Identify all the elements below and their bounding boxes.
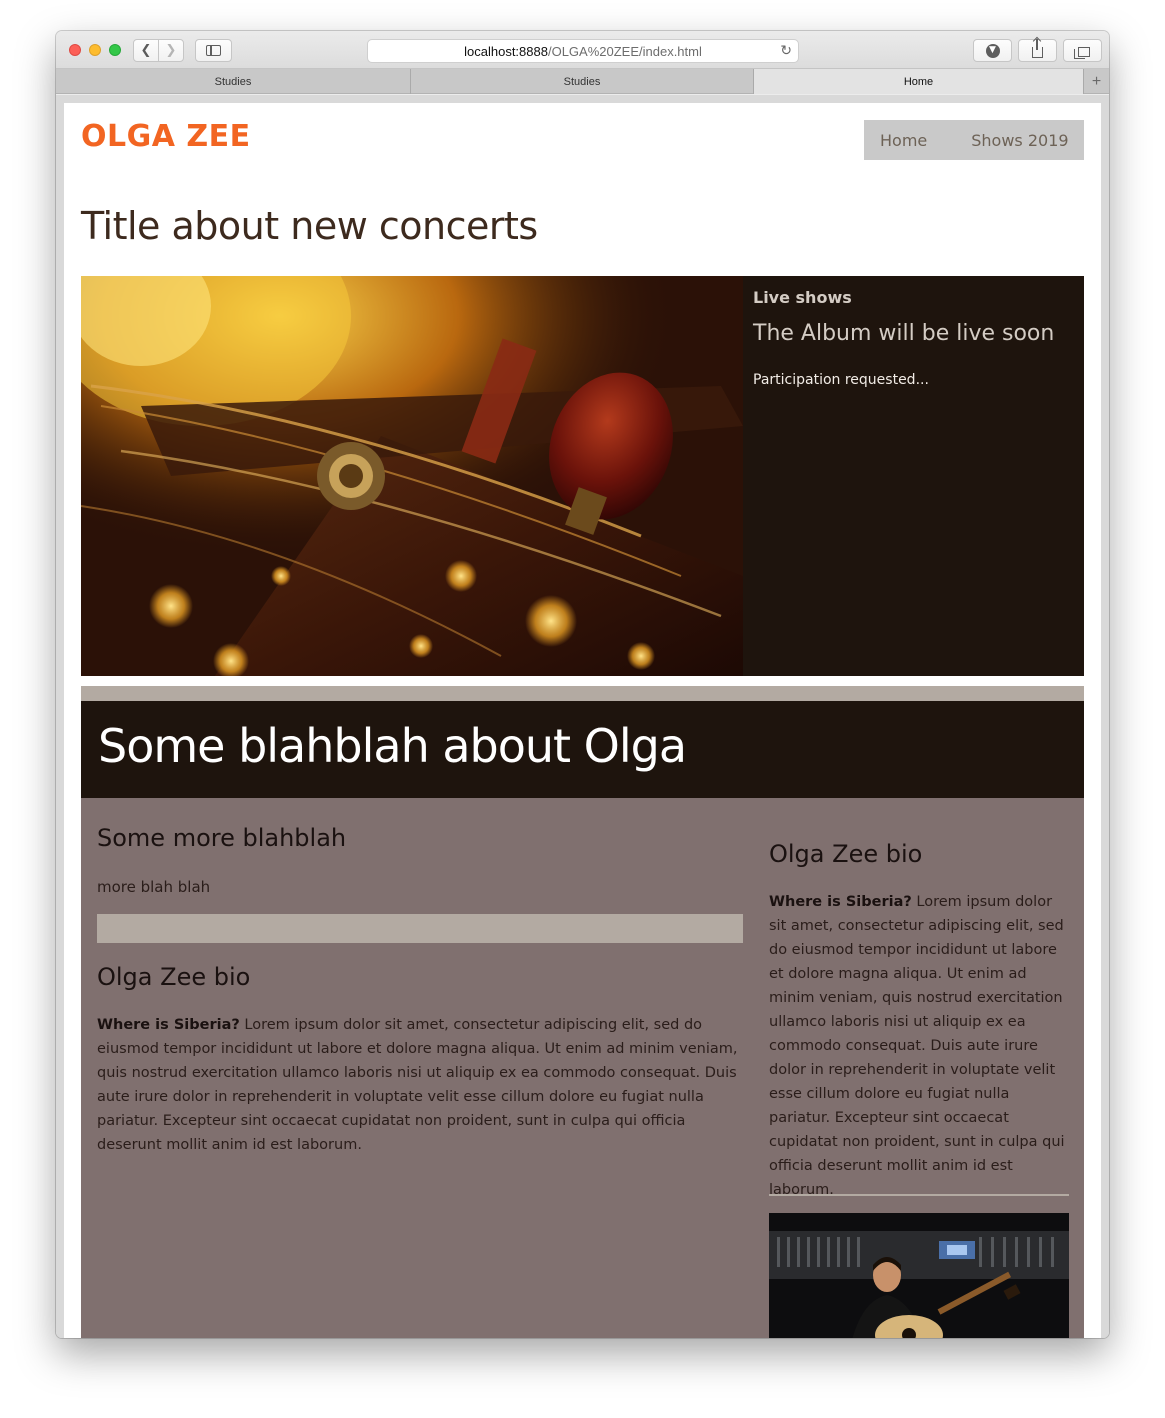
chevron-left-icon: ❮ xyxy=(140,43,152,58)
tab-label: Studies xyxy=(563,75,601,88)
bio-paragraph: Where is Siberia? Lorem ipsum dolor sit … xyxy=(97,1013,743,1157)
main-nav: Home Shows 2019 xyxy=(864,120,1084,160)
minimize-window-button[interactable] xyxy=(89,44,101,56)
bio-lead: Where is Siberia? xyxy=(97,1017,240,1033)
about-title: Some blahblah about Olga xyxy=(98,719,687,773)
show-tabs-button[interactable] xyxy=(1063,39,1102,62)
about-banner: Some blahblah about Olga xyxy=(81,701,1084,798)
tab-studies-1[interactable]: Studies xyxy=(56,69,411,94)
share-icon xyxy=(1032,39,1043,58)
sub-text: more blah blah xyxy=(97,878,211,896)
sidebar-icon xyxy=(206,45,221,56)
guitar-headstock-photo xyxy=(81,276,743,676)
sub-heading: Some more blahblah xyxy=(97,824,347,852)
nav-shows-2019[interactable]: Shows 2019 xyxy=(971,131,1068,150)
new-tab-button[interactable]: + xyxy=(1084,69,1109,94)
studio-guitarist-photo xyxy=(769,1213,1069,1338)
url-path: /OLGA%20ZEE/index.html xyxy=(547,43,702,59)
hero-guitar-image xyxy=(81,276,743,676)
web-page: OLGA ZEE Home Shows 2019 Title about new… xyxy=(64,103,1101,1338)
tabs-icon xyxy=(1074,47,1090,59)
bio-heading: Olga Zee bio xyxy=(97,963,251,991)
content-rule xyxy=(97,914,743,943)
sidebar-toggle-button[interactable] xyxy=(195,39,232,62)
page-title: Title about new concerts xyxy=(81,204,538,248)
plus-icon: + xyxy=(1091,72,1102,90)
close-window-button[interactable] xyxy=(69,44,81,56)
forward-button[interactable]: ❯ xyxy=(158,39,184,62)
side-bio-heading: Olga Zee bio xyxy=(769,840,923,868)
url-host: localhost:8888 xyxy=(464,43,548,59)
tab-bar: Studies Studies Home + xyxy=(56,69,1109,94)
side-bio-lead: Where is Siberia? xyxy=(769,894,912,910)
reload-icon[interactable]: ↻ xyxy=(780,42,792,59)
tab-label: Studies xyxy=(214,75,252,88)
web-viewport: OLGA ZEE Home Shows 2019 Title about new… xyxy=(56,95,1109,1338)
live-shows-panel: Live shows The Album will be live soon P… xyxy=(743,276,1084,676)
downloads-button[interactable]: ▼ xyxy=(973,39,1012,62)
hero-section: Live shows The Album will be live soon P… xyxy=(81,276,1084,676)
tab-studies-2[interactable]: Studies xyxy=(411,69,754,94)
site-logo[interactable]: OLGA ZEE xyxy=(81,119,251,154)
chevron-right-icon: ❯ xyxy=(165,43,177,58)
address-bar[interactable]: localhost:8888/OLGA%20ZEE/index.html ↻ xyxy=(367,39,799,63)
back-button[interactable]: ❮ xyxy=(133,39,159,62)
tab-label: Home xyxy=(903,75,934,88)
browser-toolbar: ❮ ❯ localhost:8888/OLGA%20ZEE/index.html… xyxy=(56,31,1109,69)
share-button[interactable] xyxy=(1018,39,1057,62)
zoom-window-button[interactable] xyxy=(109,44,121,56)
side-rule xyxy=(769,1194,1069,1196)
section-divider xyxy=(81,686,1084,701)
panel-kicker: Live shows xyxy=(753,288,852,307)
about-content: Some more blahblah more blah blah Olga Z… xyxy=(81,798,1084,1338)
bio-body: Lorem ipsum dolor sit amet, consectetur … xyxy=(97,1017,738,1153)
download-icon: ▼ xyxy=(985,43,1000,58)
browser-window: ❮ ❯ localhost:8888/OLGA%20ZEE/index.html… xyxy=(56,31,1109,1338)
nav-home[interactable]: Home xyxy=(880,131,927,150)
side-bio-paragraph: Where is Siberia? Lorem ipsum dolor sit … xyxy=(769,890,1069,1202)
panel-text: Participation requested... xyxy=(753,372,929,388)
panel-heading: The Album will be live soon xyxy=(753,321,1055,346)
side-bio-body: Lorem ipsum dolor sit amet, consectetur … xyxy=(769,894,1065,1198)
studio-photo xyxy=(769,1213,1069,1338)
tab-home[interactable]: Home xyxy=(754,69,1084,94)
